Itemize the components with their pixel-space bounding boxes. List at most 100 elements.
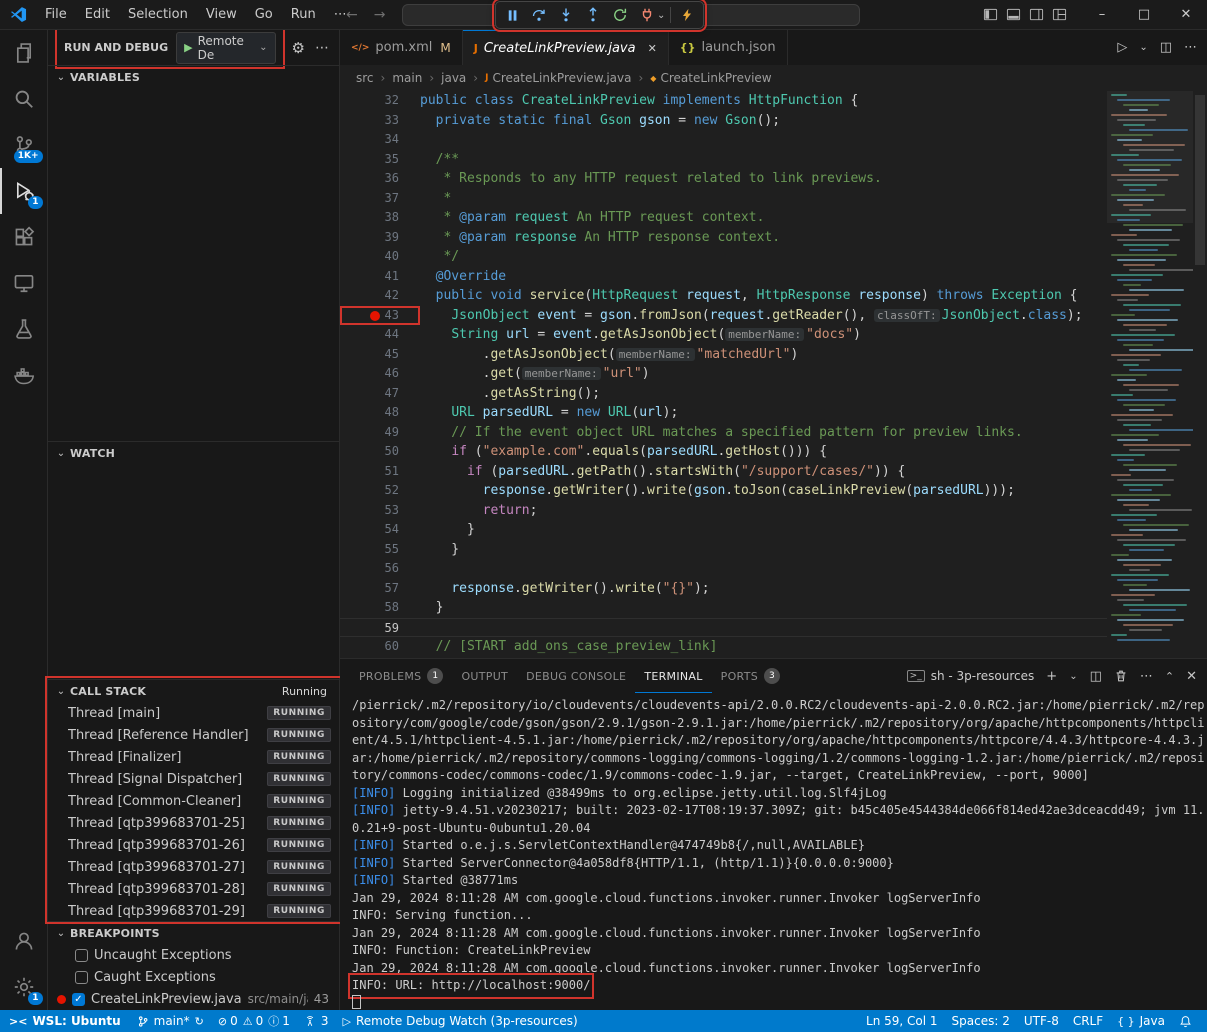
search-icon[interactable]	[0, 76, 48, 122]
breadcrumb-item[interactable]: src	[356, 71, 374, 85]
panel-tab-output[interactable]: OUTPUT	[452, 659, 517, 693]
tab-CreateLinkPreview.java[interactable]: JCreateLinkPreview.java✕	[463, 30, 669, 65]
account-icon[interactable]	[0, 918, 48, 964]
more-actions-icon[interactable]: ⋯	[315, 40, 329, 56]
variables-header[interactable]: ⌄ VARIABLES	[48, 66, 339, 88]
gutter[interactable]: 35	[340, 150, 420, 170]
call-stack-thread[interactable]: Thread [main]RUNNING	[48, 702, 339, 724]
gutter[interactable]: 40	[340, 247, 420, 267]
remote-explorer-icon[interactable]	[0, 260, 48, 306]
run-file-icon[interactable]: ▷	[1117, 40, 1127, 55]
extensions-icon[interactable]	[0, 214, 48, 260]
maximize-button[interactable]: □	[1123, 0, 1165, 30]
more-actions-icon[interactable]: ⋯	[1184, 40, 1197, 55]
call-stack-thread[interactable]: Thread [qtp399683701-27]RUNNING	[48, 856, 339, 878]
minimap[interactable]	[1107, 91, 1193, 658]
terminal-instance[interactable]: >_ sh - 3p-resources	[907, 669, 1035, 683]
gutter[interactable]: 53	[340, 501, 420, 521]
call-stack-thread[interactable]: Thread [qtp399683701-26]RUNNING	[48, 834, 339, 856]
breakpoint-item[interactable]: Caught Exceptions	[48, 966, 339, 988]
tab-pom.xml[interactable]: </>pom.xmlM	[340, 30, 463, 65]
ports-item[interactable]: 3	[297, 1010, 336, 1032]
menu-view[interactable]: View	[197, 0, 246, 29]
gutter[interactable]: 34	[340, 130, 420, 150]
close-panel-icon[interactable]: ✕	[1186, 669, 1197, 684]
testing-icon[interactable]	[0, 306, 48, 352]
back-arrow-icon[interactable]: ←	[346, 7, 358, 23]
gutter[interactable]: 55	[340, 540, 420, 560]
gutter[interactable]: 32	[340, 91, 420, 111]
minimize-button[interactable]: –	[1081, 0, 1123, 30]
kill-terminal-icon[interactable]	[1114, 669, 1128, 683]
problems-item[interactable]: ⊘0 ⚠0 ⓘ1	[211, 1010, 297, 1032]
gutter[interactable]: 33	[340, 111, 420, 131]
gutter[interactable]: 49	[340, 423, 420, 443]
gutter[interactable]: 45	[340, 345, 420, 365]
gutter[interactable]: 36	[340, 169, 420, 189]
checkbox[interactable]	[75, 971, 88, 984]
call-stack-thread[interactable]: Thread [Signal Dispatcher]RUNNING	[48, 768, 339, 790]
gutter[interactable]: 44	[340, 325, 420, 345]
more-actions-icon[interactable]: ⋯	[1140, 669, 1153, 684]
menu-file[interactable]: File	[36, 0, 76, 29]
gutter[interactable]: 60	[340, 637, 420, 657]
panel-tab-ports[interactable]: PORTS3	[712, 659, 789, 693]
call-stack-thread[interactable]: Thread [qtp399683701-29]RUNNING	[48, 900, 339, 922]
remote-indicator[interactable]: >< WSL: Ubuntu	[0, 1010, 130, 1032]
gutter[interactable]: 46	[340, 364, 420, 384]
gutter[interactable]: 50	[340, 442, 420, 462]
toggle-panel-icon[interactable]	[1006, 7, 1021, 22]
gutter[interactable]: 47	[340, 384, 420, 404]
encoding[interactable]: UTF-8	[1017, 1010, 1066, 1032]
settings-gear-icon[interactable]: 1	[0, 964, 48, 1010]
gutter[interactable]: 51	[340, 462, 420, 482]
forward-arrow-icon[interactable]: →	[374, 7, 386, 23]
run-and-debug-icon[interactable]: 1	[0, 168, 48, 214]
panel-tab-problems[interactable]: PROBLEMS1	[350, 659, 452, 693]
gutter[interactable]: 56	[340, 559, 420, 579]
cursor-position[interactable]: Ln 59, Col 1	[859, 1010, 945, 1032]
gutter[interactable]: 52	[340, 481, 420, 501]
gutter[interactable]: 43	[340, 306, 420, 326]
close-button[interactable]: ✕	[1165, 0, 1207, 30]
source-control-icon[interactable]: 1K+	[0, 122, 48, 168]
checkbox[interactable]: ✓	[72, 993, 85, 1006]
editor-scrollbar[interactable]	[1193, 91, 1207, 658]
language-mode[interactable]: { } Java	[1110, 1010, 1172, 1032]
hot-code-replace-button[interactable]	[674, 3, 700, 27]
toggle-sidebar-icon[interactable]	[983, 7, 998, 22]
gutter[interactable]: 39	[340, 228, 420, 248]
step-into-button[interactable]	[553, 3, 579, 27]
menu-run[interactable]: Run	[282, 0, 325, 29]
terminal-content[interactable]: /pierrick/.m2/repository/io/cloudevents/…	[340, 693, 1207, 1010]
customize-layout-icon[interactable]	[1052, 7, 1067, 22]
gutter[interactable]: 54	[340, 520, 420, 540]
eol-sequence[interactable]: CRLF	[1066, 1010, 1110, 1032]
toggle-secondary-sidebar-icon[interactable]	[1029, 7, 1044, 22]
breadcrumb-item[interactable]: java	[441, 71, 466, 85]
gutter[interactable]: 38	[340, 208, 420, 228]
chevron-down-icon[interactable]: ⌄	[657, 10, 667, 21]
restart-button[interactable]	[607, 3, 633, 27]
menu-edit[interactable]: Edit	[76, 0, 119, 29]
gutter[interactable]: 42	[340, 286, 420, 306]
notifications-bell[interactable]	[1172, 1010, 1199, 1032]
menu-go[interactable]: Go	[246, 0, 282, 29]
debug-settings-gear-icon[interactable]: ⚙	[292, 39, 305, 57]
panel-tab-terminal[interactable]: TERMINAL	[635, 659, 711, 693]
breakpoint-item[interactable]: Uncaught Exceptions	[48, 944, 339, 966]
split-terminal-icon[interactable]: ◫	[1090, 669, 1102, 684]
breadcrumb-item[interactable]: JCreateLinkPreview.java	[485, 71, 631, 85]
call-stack-thread[interactable]: Thread [Finalizer]RUNNING	[48, 746, 339, 768]
step-out-button[interactable]	[580, 3, 606, 27]
gutter[interactable]: 48	[340, 403, 420, 423]
code-editor[interactable]: 32public class CreateLinkPreview impleme…	[340, 91, 1207, 658]
git-branch-item[interactable]: main* ↻	[130, 1010, 211, 1032]
tab-launch.json[interactable]: {}launch.json	[669, 30, 788, 65]
breakpoints-header[interactable]: ⌄ BREAKPOINTS	[48, 922, 339, 944]
explorer-icon[interactable]	[0, 30, 48, 76]
call-stack-thread[interactable]: Thread [qtp399683701-28]RUNNING	[48, 878, 339, 900]
gutter[interactable]: 58	[340, 598, 420, 618]
checkbox[interactable]	[75, 949, 88, 962]
panel-tab-debug-console[interactable]: DEBUG CONSOLE	[517, 659, 635, 693]
